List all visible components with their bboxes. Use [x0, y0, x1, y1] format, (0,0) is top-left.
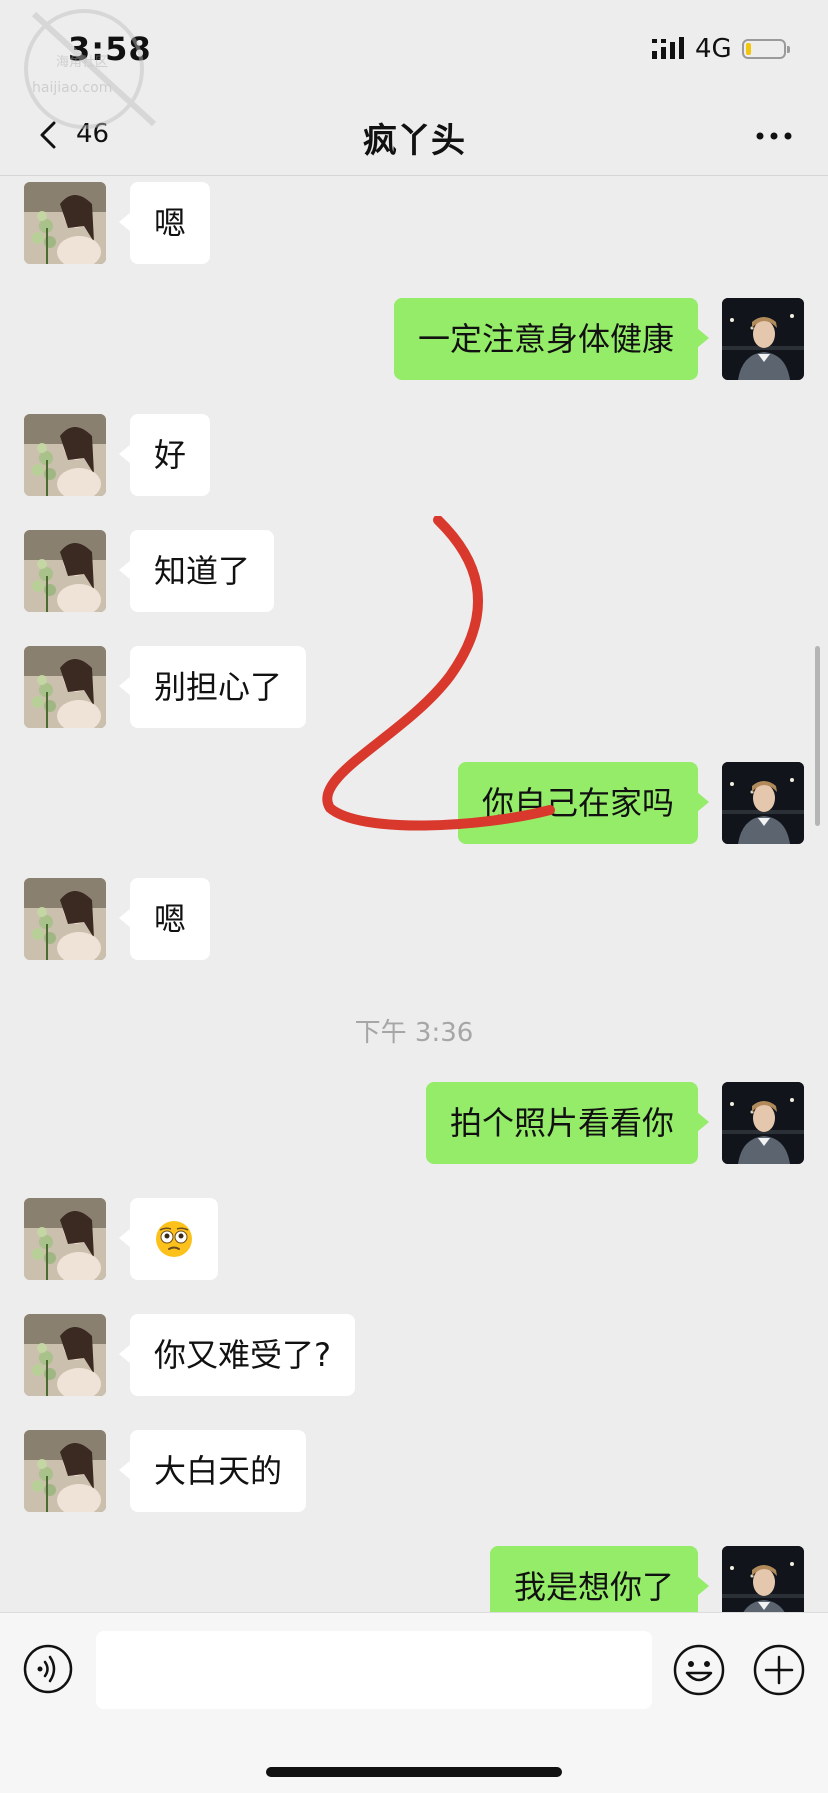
girl-portrait-icon [24, 878, 106, 960]
input-bar [0, 1612, 828, 1793]
contact-avatar[interactable] [24, 1198, 106, 1280]
boy-portrait-icon [722, 1546, 804, 1612]
incoming-bubble[interactable]: 嗯 [118, 878, 211, 960]
incoming-bubble[interactable]: 大白天的 [118, 1430, 307, 1512]
voice-input-icon[interactable] [22, 1643, 74, 1695]
outgoing-bubble[interactable]: 你自己在家吗 [457, 762, 710, 844]
contact-avatar[interactable] [24, 182, 106, 264]
plus-icon[interactable] [752, 1643, 806, 1697]
status-time: 3:58 [68, 30, 152, 68]
incoming-bubble[interactable]: 别担心了 [118, 646, 307, 728]
girl-portrait-icon [24, 1430, 106, 1512]
scrollbar[interactable] [815, 646, 820, 826]
message-row: 你又难受了? [0, 1314, 828, 1398]
girl-portrait-icon [24, 646, 106, 728]
incoming-bubble[interactable]: 好 [118, 414, 211, 496]
network-type: 4G [695, 34, 732, 64]
message-row: 大白天的 [0, 1430, 828, 1514]
contact-avatar[interactable] [24, 1314, 106, 1396]
nav-bar: 46 疯丫头 [0, 95, 828, 176]
self-avatar[interactable] [722, 1082, 804, 1164]
flushed-face-emoji [156, 1221, 192, 1257]
message-row: 好 [0, 414, 828, 498]
message-row: 知道了 [0, 530, 828, 614]
message-input[interactable] [96, 1631, 652, 1709]
self-avatar[interactable] [722, 1546, 804, 1612]
chat-title: 疯丫头 [363, 121, 465, 161]
incoming-bubble[interactable]: 嗯 [118, 182, 211, 264]
message-row: 一定注意身体健康 [0, 298, 828, 382]
contact-avatar[interactable] [24, 646, 106, 728]
outgoing-bubble[interactable]: 我是想你了 [489, 1546, 710, 1612]
girl-portrait-icon [24, 1198, 106, 1280]
message-row: 我是想你了 [0, 1546, 828, 1612]
message-row: 嗯 [0, 878, 828, 962]
home-indicator[interactable] [266, 1767, 562, 1777]
contact-avatar[interactable] [24, 878, 106, 960]
emoji-icon[interactable] [672, 1643, 726, 1697]
self-avatar[interactable] [722, 762, 804, 844]
incoming-bubble[interactable]: 你又难受了? [119, 1314, 355, 1396]
message-row: 嗯 [0, 182, 828, 266]
contact-avatar[interactable] [24, 414, 106, 496]
self-avatar[interactable] [722, 298, 804, 380]
boy-portrait-icon [722, 762, 804, 844]
incoming-bubble[interactable]: 知道了 [118, 530, 275, 612]
message-row: 拍个照片看看你 [0, 1082, 828, 1166]
message-row [0, 1198, 828, 1282]
message-row: 别担心了 [0, 646, 828, 730]
outgoing-bubble[interactable]: 拍个照片看看你 [425, 1082, 710, 1164]
boy-portrait-icon [722, 298, 804, 380]
contact-avatar[interactable] [24, 1430, 106, 1512]
message-timestamp: 下午 3:36 [354, 1018, 474, 1048]
status-bar: 3:58 4G [0, 0, 828, 95]
girl-portrait-icon [24, 530, 106, 612]
battery-level [746, 43, 751, 55]
contact-avatar[interactable] [24, 530, 106, 612]
girl-portrait-icon [24, 182, 106, 264]
incoming-bubble[interactable] [119, 1198, 218, 1280]
boy-portrait-icon [722, 1082, 804, 1164]
chat-area[interactable]: 嗯 一定注意身体健康 好 知道了 别担心了 你自己在家吗 嗯 下午 3:36 拍… [0, 176, 828, 1612]
battery-icon [742, 39, 790, 59]
girl-portrait-icon [24, 1314, 106, 1396]
outgoing-bubble[interactable]: 一定注意身体健康 [393, 298, 710, 380]
more-dots-icon[interactable] [754, 121, 794, 151]
signal-bars-icon [652, 37, 684, 59]
girl-portrait-icon [24, 414, 106, 496]
message-row: 你自己在家吗 [0, 762, 828, 846]
